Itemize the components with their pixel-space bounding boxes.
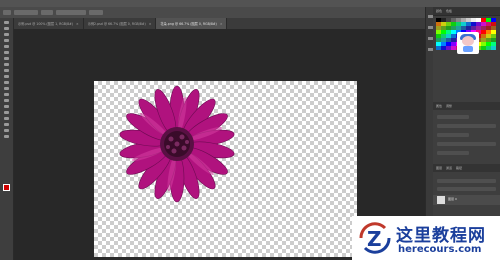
swatch-cell[interactable] — [491, 38, 496, 42]
menu-bar[interactable] — [0, 0, 500, 7]
blur-tool-icon[interactable] — [4, 93, 9, 96]
properties-icon[interactable] — [427, 37, 433, 40]
tab-properties[interactable]: 属性 — [436, 104, 442, 108]
property-row[interactable] — [437, 124, 496, 128]
cartoon-sticker — [457, 32, 479, 54]
tool-preset-picker[interactable] — [3, 10, 11, 15]
blend-mode-row[interactable] — [437, 187, 496, 191]
sticker-face — [462, 36, 474, 46]
swatch-cell[interactable] — [491, 26, 496, 30]
history-icon[interactable] — [427, 15, 433, 18]
close-icon[interactable]: × — [149, 22, 152, 26]
layer-name: 图层 0 — [448, 197, 457, 201]
healing-tool-icon[interactable] — [4, 57, 9, 60]
document-tab-bar: 示例.psd @ 100% (图层 1, RGB/8#) × 示例2.psd @… — [14, 18, 425, 29]
quick-select-tool-icon[interactable] — [4, 39, 9, 42]
option-control[interactable] — [14, 10, 38, 15]
shape-tool-icon[interactable] — [4, 123, 9, 126]
layer-filter-row[interactable] — [437, 179, 496, 183]
tab-channels[interactable]: 通道 — [446, 166, 452, 170]
document-canvas[interactable] — [94, 81, 357, 257]
tab-paths[interactable]: 路径 — [456, 166, 462, 170]
tab-color[interactable]: 颜色 — [436, 9, 442, 13]
option-control[interactable] — [41, 10, 53, 15]
path-select-tool-icon[interactable] — [4, 117, 9, 120]
watermark-url: herecours.com — [398, 244, 482, 255]
foreground-color-swatch[interactable] — [3, 184, 10, 191]
eraser-tool-icon[interactable] — [4, 81, 9, 84]
lasso-tool-icon[interactable] — [4, 33, 9, 36]
crop-tool-icon[interactable] — [4, 45, 9, 48]
sticker-body — [463, 46, 473, 52]
history-brush-icon[interactable] — [4, 75, 9, 78]
document-tab[interactable]: 示例.psd @ 100% (图层 1, RGB/8#) × — [14, 18, 84, 29]
eyedropper-tool-icon[interactable] — [4, 51, 9, 54]
option-control[interactable] — [89, 10, 103, 15]
layer-thumbnail — [437, 196, 445, 204]
document-tab-active[interactable]: 花朵.png @ 66.7% (图层 0, RGB/8#) × — [156, 18, 228, 29]
dodge-tool-icon[interactable] — [4, 99, 9, 102]
layer-item[interactable]: 图层 0 — [433, 195, 500, 205]
move-tool-icon[interactable] — [4, 21, 9, 24]
tab-label: 示例.psd @ 100% (图层 1, RGB/8#) — [18, 22, 74, 26]
hand-tool-icon[interactable] — [4, 129, 9, 132]
properties-panel-body — [433, 110, 500, 160]
property-row[interactable] — [437, 115, 469, 119]
option-control[interactable] — [56, 10, 86, 15]
close-icon[interactable]: × — [220, 22, 223, 26]
property-row[interactable] — [437, 142, 496, 146]
gradient-tool-icon[interactable] — [4, 87, 9, 90]
tab-layers[interactable]: 图层 — [436, 166, 442, 170]
tools-panel — [0, 18, 14, 260]
pen-tool-icon[interactable] — [4, 105, 9, 108]
document-tab[interactable]: 示例2.psd @ 66.7% (图层 0, RGB/8#) × — [84, 18, 157, 29]
brush-tool-icon[interactable] — [4, 63, 9, 66]
type-tool-icon[interactable] — [4, 111, 9, 114]
site-watermark: Z 这里教程网 herecours.com — [352, 216, 500, 260]
layers-panel-tabs: 图层 通道 路径 — [433, 164, 500, 172]
zoom-tool-icon[interactable] — [4, 135, 9, 138]
marquee-tool-icon[interactable] — [4, 27, 9, 30]
tab-adjustments[interactable]: 调整 — [446, 104, 452, 108]
watermark-title: 这里教程网 — [396, 226, 486, 246]
flower-image — [119, 85, 235, 203]
color-panel-tabs: 颜色 色板 — [433, 7, 500, 16]
tab-label: 花朵.png @ 66.7% (图层 0, RGB/8#) — [160, 22, 217, 26]
properties-panel-tabs: 属性 调整 — [433, 102, 500, 110]
tab-label: 示例2.psd @ 66.7% (图层 0, RGB/8#) — [87, 22, 146, 26]
color-swatches[interactable] — [3, 184, 13, 194]
property-row[interactable] — [437, 151, 469, 155]
stamp-tool-icon[interactable] — [4, 69, 9, 72]
brush-settings-icon[interactable] — [427, 48, 433, 51]
close-icon[interactable]: × — [76, 22, 79, 26]
svg-text:Z: Z — [367, 227, 382, 251]
tab-swatches[interactable]: 色板 — [446, 9, 452, 13]
property-row[interactable] — [437, 133, 469, 137]
watermark-logo-icon: Z — [359, 222, 391, 254]
swatch-cell[interactable] — [491, 46, 496, 50]
actions-icon[interactable] — [427, 26, 433, 29]
